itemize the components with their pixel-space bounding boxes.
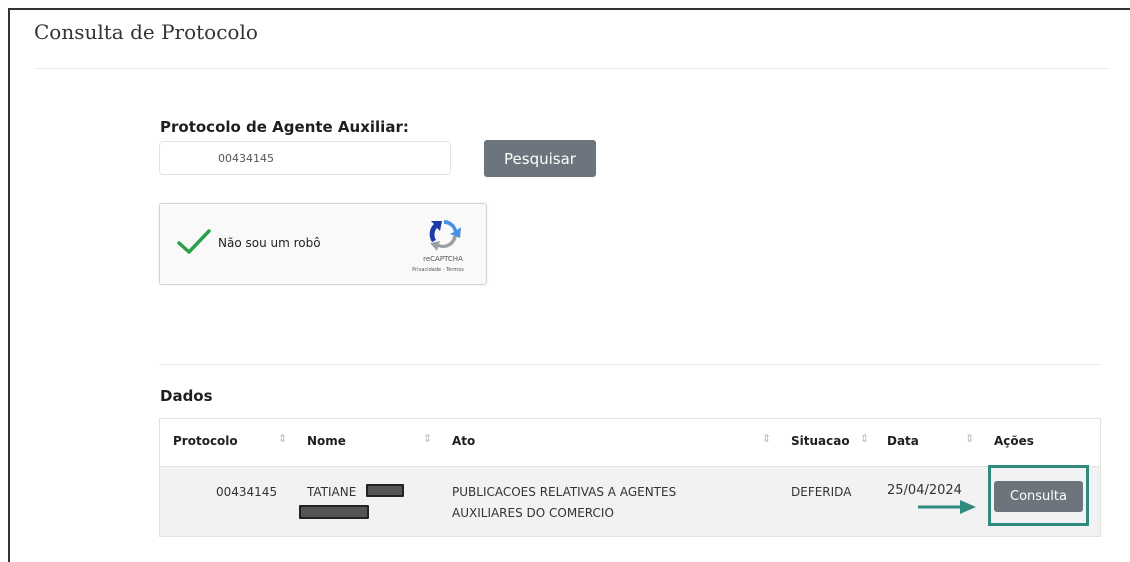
cell-data: 25/04/2024 (887, 483, 962, 498)
cell-ato-line1: PUBLICACOES RELATIVAS A AGENTES (452, 485, 677, 499)
protocol-input[interactable] (159, 141, 451, 175)
protocol-label: Protocolo de Agente Auxiliar: (160, 118, 409, 136)
sort-icon[interactable]: ⇕ (423, 432, 432, 445)
sort-icon[interactable]: ⇕ (762, 432, 771, 445)
redaction-bar (366, 484, 404, 497)
column-header-data[interactable]: Data (887, 434, 919, 448)
column-header-situacao[interactable]: Situacao (791, 434, 850, 448)
cell-ato-line2: AUXILIARES DO COMERCIO (452, 506, 614, 520)
cell-nome: TATIANE (307, 485, 357, 499)
arrow-right-icon (918, 500, 976, 514)
column-header-nome[interactable]: Nome (307, 434, 346, 448)
recaptcha-brand: reCAPTCHA (423, 255, 463, 263)
checkmark-icon[interactable] (176, 228, 212, 256)
results-table: Protocolo ⇕ Nome ⇕ Ato ⇕ Situacao ⇕ Data… (159, 418, 1101, 537)
sort-icon[interactable]: ⇕ (965, 432, 974, 445)
recaptcha-logo-icon (429, 220, 461, 251)
redaction-bar (299, 505, 369, 519)
column-header-ato[interactable]: Ato (452, 434, 475, 448)
cell-protocolo: 00434145 (216, 485, 278, 499)
sort-icon[interactable]: ⇕ (860, 432, 869, 445)
search-button[interactable]: Pesquisar (484, 140, 596, 177)
column-header-acoes: Ações (994, 434, 1034, 448)
column-header-protocolo[interactable]: Protocolo (173, 434, 238, 448)
recaptcha-label: Não sou um robô (218, 236, 321, 250)
page-title: Consulta de Protocolo (34, 20, 258, 44)
results-section-title: Dados (160, 387, 213, 405)
title-divider (34, 68, 1110, 69)
section-divider (159, 364, 1101, 365)
sort-icon[interactable]: ⇕ (278, 432, 287, 445)
table-header: Protocolo ⇕ Nome ⇕ Ato ⇕ Situacao ⇕ Data… (160, 419, 1100, 467)
consulta-button[interactable]: Consulta (994, 481, 1083, 512)
recaptcha-widget: Não sou um robô reCAPTCHA Privacidade - … (159, 203, 487, 285)
recaptcha-privacy-terms-links[interactable]: Privacidade - Termos (396, 267, 480, 273)
cell-situacao: DEFERIDA (791, 485, 852, 499)
